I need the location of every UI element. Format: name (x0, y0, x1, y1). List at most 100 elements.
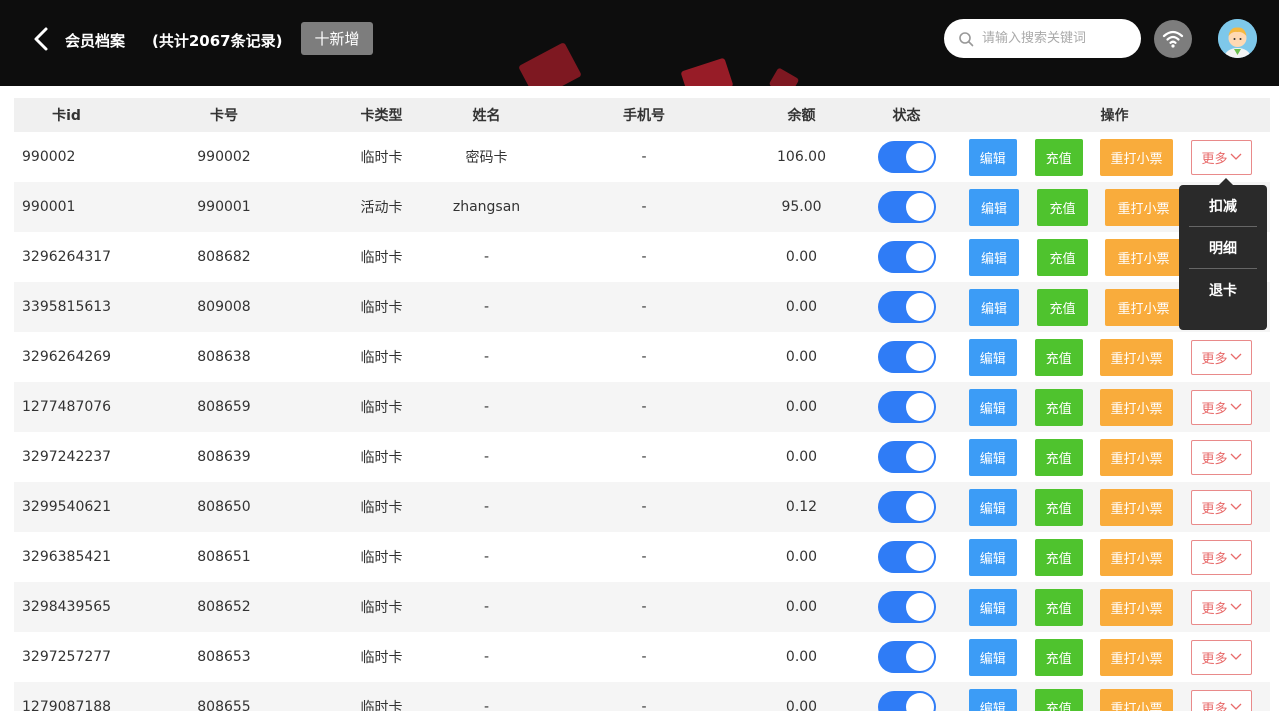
charge-button[interactable]: 充值 (1034, 488, 1083, 526)
edit-button[interactable]: 编辑 (969, 238, 1019, 276)
edit-button[interactable]: 编辑 (969, 338, 1017, 376)
edit-button[interactable]: 编辑 (969, 188, 1019, 226)
status-toggle[interactable] (877, 241, 936, 273)
charge-button[interactable]: 充值 (1034, 388, 1083, 426)
status-toggle[interactable] (877, 591, 936, 623)
table-row: 3296264269 808638 临时卡 - - 0.00 编辑 充值 重打小票 更多 (14, 332, 1270, 382)
more-button[interactable]: 更多 (1191, 639, 1253, 675)
status-toggle[interactable] (877, 291, 936, 323)
table-row: 990002 990002 临时卡 密码卡 - 106.00 编辑 充值 重打小票 更多 (14, 132, 1270, 182)
reprint-receipt-button[interactable]: 重打小票 (1099, 488, 1174, 526)
chevron-left-icon[interactable] (30, 26, 52, 52)
status-toggle[interactable] (877, 641, 936, 673)
reprint-receipt-button[interactable]: 重打小票 (1099, 388, 1174, 426)
edit-button[interactable]: 编辑 (969, 438, 1017, 476)
cell-balance: 95.00 (749, 182, 854, 232)
wifi-button[interactable] (1154, 20, 1192, 58)
add-button[interactable]: 十新增 (301, 22, 373, 55)
cell-card-id: 3296264269 (22, 349, 112, 365)
charge-button[interactable]: 充值 (1037, 188, 1088, 226)
toggle-knob (905, 193, 934, 221)
table-row: 3296264317 808682 临时卡 - - 0.00 编辑 充值 重打小票 (14, 232, 1270, 282)
charge-button[interactable]: 充值 (1034, 588, 1083, 626)
reprint-receipt-button[interactable]: 重打小票 (1099, 588, 1174, 626)
status-toggle[interactable] (877, 141, 936, 173)
edit-button[interactable]: 编辑 (969, 288, 1019, 326)
cell-phone: - (641, 649, 647, 665)
action-group: 编辑 充值 重打小票 更多 (959, 388, 1270, 426)
more-button-label: 更多 (1201, 551, 1228, 567)
reprint-receipt-button[interactable]: 重打小票 (1105, 188, 1182, 226)
cell-phone: - (641, 549, 647, 565)
charge-button[interactable]: 充值 (1037, 288, 1088, 326)
more-button[interactable]: 更多 (1191, 489, 1253, 525)
cell-card-type: 临时卡 (360, 450, 403, 466)
more-button[interactable]: 更多 (1191, 589, 1253, 625)
cell-card-type: 临时卡 (329, 482, 434, 532)
cell-phone: - (539, 182, 749, 232)
edit-button[interactable]: 编辑 (969, 488, 1017, 526)
menu-item-deduct[interactable]: 扣减 (1189, 185, 1257, 227)
reprint-receipt-button[interactable]: 重打小票 (1105, 238, 1182, 276)
search-box[interactable] (944, 19, 1141, 58)
edit-button[interactable]: 编辑 (969, 588, 1017, 626)
reprint-receipt-button[interactable]: 重打小票 (1105, 288, 1182, 326)
column-header-name: 姓名 (434, 98, 539, 132)
table-row: 3297242237 808639 临时卡 - - 0.00 编辑 充值 重打小票 更多 (14, 432, 1270, 482)
status-toggle[interactable] (877, 341, 936, 373)
chevron-down-icon (1230, 503, 1242, 510)
cell-card-id: 3299540621 (14, 482, 119, 532)
status-toggle[interactable] (877, 541, 936, 573)
action-group: 编辑 充值 重打小票 更多 (959, 588, 1270, 626)
reprint-receipt-button[interactable]: 重打小票 (1099, 138, 1174, 176)
more-button[interactable]: 更多 (1191, 389, 1253, 425)
menu-item-details[interactable]: 明细 (1189, 227, 1257, 269)
charge-button[interactable]: 充值 (1034, 138, 1083, 176)
charge-button[interactable]: 充值 (1034, 638, 1083, 676)
cell-card-no: 990002 (197, 149, 251, 165)
cell-card-id: 990002 (22, 149, 76, 165)
more-button[interactable]: 更多 (1191, 539, 1253, 575)
column-header-phone: 手机号 (539, 98, 749, 132)
cell-status (854, 432, 959, 482)
chevron-down-icon (1230, 353, 1242, 360)
reprint-receipt-button[interactable]: 重打小票 (1099, 438, 1174, 476)
record-count: (共计2067条记录) (152, 32, 283, 50)
toggle-knob (905, 393, 934, 421)
charge-button[interactable]: 充值 (1037, 238, 1088, 276)
cell-balance: 0.00 (785, 249, 818, 265)
charge-button[interactable]: 充值 (1034, 338, 1083, 376)
reprint-receipt-button[interactable]: 重打小票 (1099, 338, 1174, 376)
cell-card-id: 3298439565 (14, 582, 119, 632)
cell-phone: - (641, 349, 647, 365)
edit-button[interactable]: 编辑 (969, 388, 1017, 426)
chevron-down-icon (1230, 603, 1242, 610)
more-button[interactable]: 更多 (1191, 339, 1253, 375)
more-button[interactable]: 更多 (1191, 139, 1253, 175)
status-toggle[interactable] (877, 391, 936, 423)
status-toggle[interactable] (877, 191, 936, 223)
more-button[interactable]: 更多 (1191, 439, 1253, 475)
edit-button[interactable]: 编辑 (969, 138, 1017, 176)
more-button-label: 更多 (1201, 151, 1228, 167)
status-toggle[interactable] (877, 441, 936, 473)
wifi-icon (1162, 30, 1184, 48)
chevron-down-icon (1230, 153, 1242, 160)
reprint-receipt-button[interactable]: 重打小票 (1099, 538, 1174, 576)
status-toggle[interactable] (877, 491, 936, 523)
reprint-receipt-button[interactable]: 重打小票 (1099, 638, 1174, 676)
charge-button[interactable]: 充值 (1034, 438, 1083, 476)
edit-button[interactable]: 编辑 (969, 638, 1017, 676)
cell-balance: 106.00 (777, 149, 826, 165)
more-menu-popup: 扣减 明细 退卡 (1179, 178, 1267, 330)
avatar-icon (1218, 19, 1257, 58)
cell-card-type: 临时卡 (329, 582, 434, 632)
menu-item-refund-card[interactable]: 退卡 (1189, 269, 1257, 311)
search-input[interactable] (980, 30, 1134, 47)
table-row: 3298439565 808652 临时卡 - -0.00 编辑 充值 重打小票 更多 (14, 582, 1270, 632)
cell-phone: - (539, 582, 749, 632)
cell-card-id: 3297242237 (22, 449, 112, 465)
edit-button[interactable]: 编辑 (969, 538, 1017, 576)
charge-button[interactable]: 充值 (1034, 538, 1083, 576)
avatar[interactable] (1218, 19, 1257, 58)
